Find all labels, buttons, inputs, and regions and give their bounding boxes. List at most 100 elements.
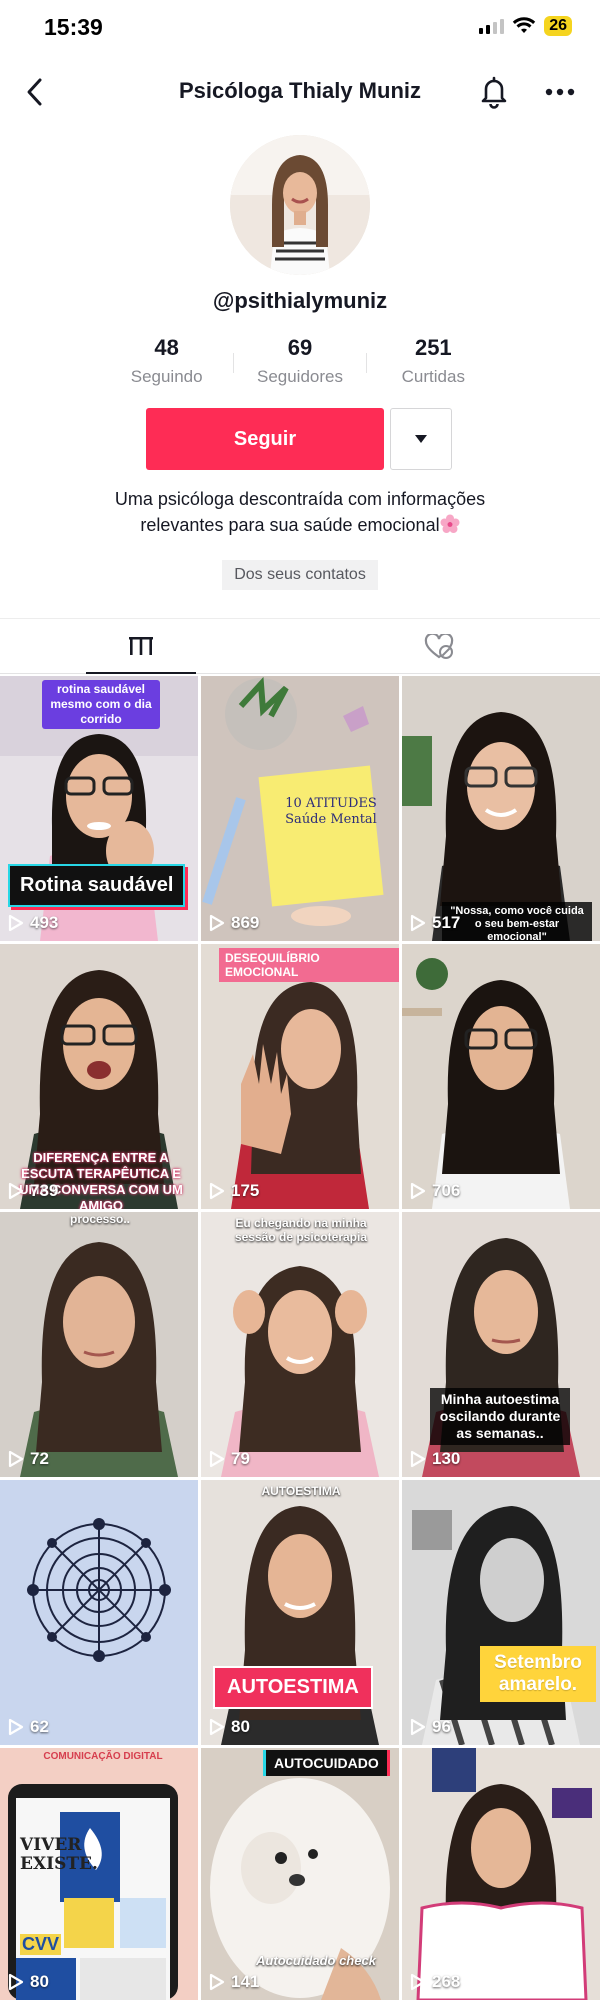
- video-tile[interactable]: DESEQUILÍBRIO EMOCIONAL 175: [201, 944, 399, 1209]
- tab-videos[interactable]: [86, 619, 196, 674]
- profile-header: Psicóloga Thialy Muniz: [0, 60, 600, 124]
- view-count-value: 96: [432, 1717, 451, 1736]
- profile-stats: 48 Seguindo 69 Seguidores 251 Curtidas: [100, 335, 500, 395]
- more-options-icon[interactable]: [540, 74, 580, 110]
- video-tile[interactable]: COMUNICAÇÃO DIGITAL VIVER EXISTE. CVV 80: [0, 1748, 198, 2000]
- video-caption: Minha autoestima oscilando durante as se…: [430, 1388, 570, 1445]
- video-tile[interactable]: Minha autoestima oscilando durante as se…: [402, 1212, 600, 1477]
- view-count: 141: [209, 1972, 259, 1992]
- view-count-value: 80: [30, 1972, 49, 1991]
- view-count: 175: [209, 1181, 259, 1201]
- view-count: 739: [8, 1181, 58, 1201]
- video-tile[interactable]: "Nossa, como você cuida o seu bem-estar …: [402, 676, 600, 941]
- hidden-heart-icon: [424, 633, 454, 659]
- play-icon: [410, 914, 426, 932]
- video-tile[interactable]: 62: [0, 1480, 198, 1745]
- poster-text: CVV: [20, 1934, 62, 1955]
- view-count: 517: [410, 913, 460, 933]
- video-tile[interactable]: DIFERENÇA ENTRE A ESCUTA TERAPÊUTICA E U…: [0, 944, 198, 1209]
- video-caption: processo..: [69, 1212, 131, 1226]
- stat-followers-count: 69: [287, 335, 313, 360]
- video-caption: "Nossa, como você cuida o seu bem-estar …: [442, 902, 592, 941]
- view-count-value: 62: [30, 1717, 49, 1736]
- view-count: 80: [8, 1972, 49, 1992]
- stat-following[interactable]: 48 Seguindo: [100, 335, 233, 395]
- poster-text: VIVER EXISTE.: [20, 1835, 98, 1874]
- video-grid-icon: [129, 636, 153, 655]
- view-count: 130: [410, 1449, 460, 1469]
- view-count-value: 493: [30, 913, 59, 932]
- video-caption: Rotina saudável: [8, 864, 186, 907]
- view-count: 72: [8, 1449, 49, 1469]
- play-icon: [410, 1182, 426, 1200]
- status-bar: 15:39 26: [0, 0, 600, 56]
- view-count-value: 517: [432, 913, 461, 932]
- play-icon: [209, 1182, 225, 1200]
- caret-down-icon: [415, 435, 427, 443]
- contacts-badge: Dos seus contatos: [222, 560, 378, 590]
- video-tile[interactable]: Eu chegando na minha sessão de psicotera…: [201, 1212, 399, 1477]
- video-caption: AUTOCUIDADO: [263, 1750, 390, 1776]
- profile-bio: Uma psicóloga descontraída com informaçõ…: [0, 486, 600, 538]
- play-icon: [209, 1450, 225, 1468]
- view-count: 79: [209, 1449, 250, 1469]
- tab-liked[interactable]: [384, 619, 494, 674]
- video-tile[interactable]: Setembro amarelo. 96: [402, 1480, 600, 1745]
- video-thumbnail: [402, 1748, 600, 2000]
- play-icon: [410, 1973, 426, 1991]
- bell-icon[interactable]: [477, 74, 511, 110]
- video-caption: AUTOESTIMA: [213, 1666, 373, 1709]
- video-caption-top: rotina saudável mesmo com o dia corrido: [42, 680, 160, 729]
- video-thumbnail: [402, 944, 600, 1209]
- suggested-accounts-button[interactable]: [390, 408, 452, 470]
- avatar[interactable]: [230, 135, 370, 275]
- wifi-icon: [513, 17, 536, 33]
- play-icon: [8, 1973, 24, 1991]
- cherry-blossom-icon: [440, 514, 460, 533]
- video-tile[interactable]: 10 ATITUDES Saúde Mental 869: [201, 676, 399, 941]
- video-tile[interactable]: 268: [402, 1748, 600, 2000]
- video-caption-top: COMUNICAÇÃO DIGITAL: [43, 1751, 163, 1762]
- video-caption: Eu chegando na minha sessão de psicotera…: [234, 1216, 368, 1244]
- profile-tabs: [0, 618, 600, 674]
- video-tile[interactable]: AUTOESTIMA AUTOESTIMA 80: [201, 1480, 399, 1745]
- video-tile[interactable]: rotina saudável mesmo com o dia corrido …: [0, 676, 198, 941]
- video-tile[interactable]: processo.. 72: [0, 1212, 198, 1477]
- video-thumbnail: [201, 1212, 399, 1477]
- view-count: 706: [410, 1181, 460, 1201]
- play-icon: [209, 1973, 225, 1991]
- play-icon: [8, 1182, 24, 1200]
- video-caption: Setembro amarelo.: [480, 1646, 596, 1702]
- video-thumbnail: [0, 1748, 198, 2000]
- play-icon: [8, 1450, 24, 1468]
- view-count: 869: [209, 913, 259, 933]
- video-tile[interactable]: 706: [402, 944, 600, 1209]
- video-thumbnail: [402, 1480, 600, 1745]
- status-icons: 26: [479, 16, 572, 36]
- note-text: 10 ATITUDES Saúde Mental: [285, 796, 377, 827]
- view-count-value: 79: [231, 1449, 250, 1468]
- play-icon: [209, 1718, 225, 1736]
- battery-indicator: 26: [544, 16, 572, 36]
- view-count: 80: [209, 1717, 250, 1737]
- video-thumbnail: [0, 1480, 198, 1745]
- video-caption-top: AUTOESTIMA: [261, 1484, 341, 1498]
- view-count-value: 739: [30, 1181, 59, 1200]
- stat-likes[interactable]: 251 Curtidas: [367, 335, 500, 395]
- stat-followers[interactable]: 69 Seguidores: [233, 335, 366, 395]
- play-icon: [410, 1718, 426, 1736]
- video-thumbnail: [201, 944, 399, 1209]
- follow-button[interactable]: Seguir: [146, 408, 384, 470]
- view-count: 493: [8, 913, 58, 933]
- view-count-value: 141: [231, 1972, 260, 1991]
- view-count-value: 175: [231, 1181, 260, 1200]
- video-thumbnail: [0, 1212, 198, 1477]
- profile-handle: @psithialymuniz: [212, 288, 388, 313]
- stat-likes-label: Curtidas: [401, 367, 465, 386]
- video-caption: DESEQUILÍBRIO EMOCIONAL: [219, 948, 399, 982]
- video-tile[interactable]: AUTOCUIDADO Autocuidado check 141: [201, 1748, 399, 2000]
- stat-following-label: Seguindo: [130, 367, 203, 386]
- stat-followers-label: Seguidores: [256, 367, 343, 386]
- view-count: 96: [410, 1717, 451, 1737]
- video-caption-bottom: Autocuidado check: [256, 1953, 376, 1968]
